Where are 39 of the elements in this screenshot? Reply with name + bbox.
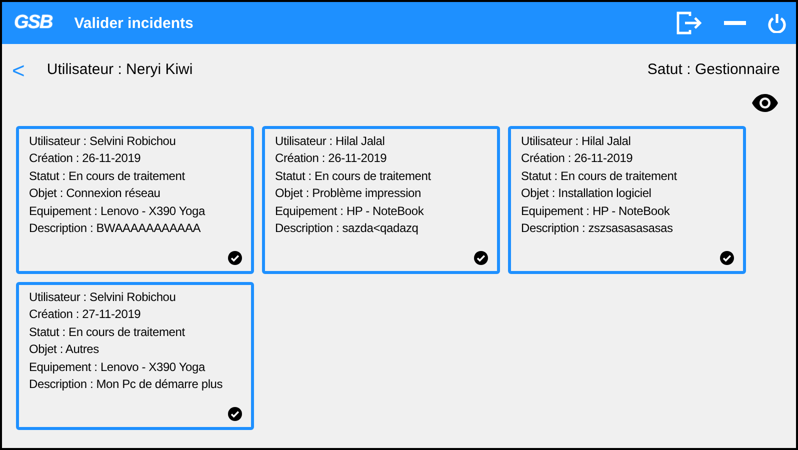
incident-detail: Equipement : HP - NoteBook — [521, 202, 670, 220]
incident-detail: Utilisateur : Selvini Robichou — [29, 133, 176, 150]
incident-detail: Objet : Connexion réseau — [29, 185, 160, 202]
incident-detail: Equipement : Lenovo - X390 Yoga — [29, 358, 205, 376]
user-label: Utilisateur : Neryi Kiwi — [46, 60, 194, 78]
incident-detail: Statut : En cours de traitement — [275, 168, 431, 185]
incident-card[interactable]: Utilisateur : Selvini Robichou Création : 26-11-2019 Statut : En cours de traitement Objet : Connexion réseau Equipement : Lenovo - X390 Yoga Description : BWAAAAAAAAAAA — [16, 126, 254, 274]
incident-detail: Statut : En cours de traitement — [29, 324, 185, 341]
check-icon[interactable] — [474, 251, 488, 265]
incident-detail: Création : 26-11-2019 — [275, 150, 387, 168]
incident-detail: Création : 26-11-2019 — [29, 150, 141, 168]
check-icon[interactable] — [720, 251, 734, 265]
incident-detail: Objet : Problème impression — [275, 185, 421, 202]
incident-detail: Utilisateur : Hilal Jalal — [275, 133, 385, 150]
incident-detail: Création : 27-11-2019 — [29, 306, 141, 324]
incident-card[interactable]: Utilisateur : Hilal Jalal Création : 26-11-2019 Statut : En cours de traitement Objet : Installation logiciel Equipement : HP - NoteBook Description : zszsasasasasas — [508, 126, 746, 274]
window-title: Valider incidents — [74, 14, 194, 32]
check-icon[interactable] — [228, 251, 242, 265]
incident-detail: Statut : En cours de traitement — [521, 168, 677, 185]
incident-detail: Description : BWAAAAAAAAAAA — [29, 220, 201, 238]
incident-card[interactable]: Utilisateur : Hilal Jalal Création : 26-11-2019 Statut : En cours de traitement Objet : Problème impression Equipement : HP - NoteBook Description : sazda<qadazq — [262, 126, 500, 274]
status-label: Satut : Gestionnaire — [647, 60, 780, 78]
incident-detail: Equipement : HP - NoteBook — [275, 202, 424, 220]
check-icon[interactable] — [228, 407, 242, 421]
incident-detail: Description : Mon Pc de démarre plus — [29, 376, 223, 394]
logout-icon[interactable] — [676, 11, 702, 35]
incident-detail: Description : sazda<qadazq — [275, 220, 418, 238]
incident-detail: Description : zszsasasasasas — [521, 220, 673, 238]
incident-detail: Statut : En cours de traitement — [29, 168, 185, 185]
incident-detail: Utilisateur : Hilal Jalal — [521, 133, 631, 150]
incident-detail: Equipement : Lenovo - X390 Yoga — [29, 202, 205, 220]
incident-detail: Objet : Autres — [29, 341, 99, 358]
incident-detail: Objet : Installation logiciel — [521, 185, 652, 202]
eye-icon[interactable] — [752, 94, 778, 112]
power-icon[interactable] — [768, 13, 786, 33]
incident-detail: Création : 26-11-2019 — [521, 150, 633, 168]
incident-detail: Utilisateur : Selvini Robichou — [29, 289, 176, 306]
logo: GSB — [14, 12, 52, 34]
incident-card[interactable]: Utilisateur : Selvini Robichou Création : 27-11-2019 Statut : En cours de traitement Objet : Autres Equipement : Lenovo - X390 Yoga Description : Mon Pc de démarre plus — [16, 282, 254, 430]
